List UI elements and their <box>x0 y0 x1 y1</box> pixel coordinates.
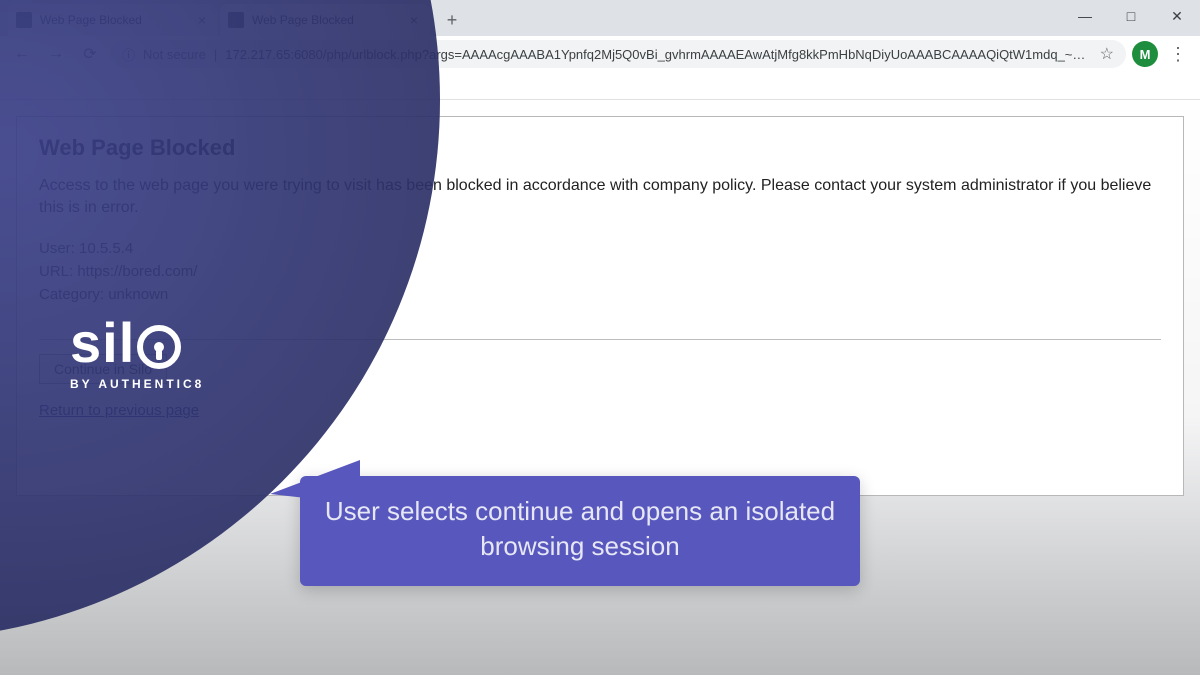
annotation-callout: User selects continue and opens an isola… <box>300 476 860 586</box>
minimize-button[interactable]: — <box>1062 0 1108 32</box>
kebab-menu-icon[interactable]: ⋮ <box>1164 44 1192 65</box>
new-tab-button[interactable]: + <box>438 6 466 34</box>
window-controls: — □ ✕ <box>1062 0 1200 32</box>
logo-text: sil <box>70 310 135 375</box>
callout-text: User selects continue and opens an isola… <box>325 496 835 561</box>
close-window-button[interactable]: ✕ <box>1154 0 1200 32</box>
maximize-button[interactable]: □ <box>1108 0 1154 32</box>
profile-avatar[interactable]: M <box>1132 41 1158 67</box>
silo-logo: sil BY AUTHENTIC8 <box>70 310 204 391</box>
logo-lock-icon <box>137 325 181 369</box>
logo-subline: BY AUTHENTIC8 <box>70 377 204 391</box>
bookmark-star-icon[interactable]: ☆ <box>1100 44 1114 64</box>
